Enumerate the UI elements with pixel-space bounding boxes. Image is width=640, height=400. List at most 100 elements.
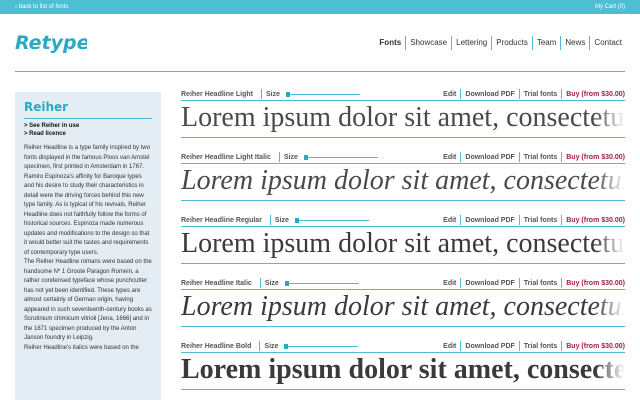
nav-fonts[interactable]: Fonts (375, 36, 405, 50)
font-row-header: Reiher Headline Light Size Edit Download… (181, 88, 625, 101)
edit-button[interactable]: Edit (443, 154, 456, 161)
size-label: Size (264, 342, 279, 350)
font-name: Reiher Headline Light (181, 90, 253, 98)
specimen-fade (595, 101, 625, 135)
buy-button[interactable]: Buy (from $30.00) (566, 154, 625, 161)
nav-products[interactable]: Products (491, 36, 532, 50)
specimen-text-content: Lorem ipsum dolor sit amet, consectetur … (181, 165, 625, 196)
download-pdf-button[interactable]: Download PDF (465, 280, 514, 287)
divider (518, 89, 520, 99)
specimen-text[interactable]: Lorem ipsum dolor sit amet, consectetur … (181, 227, 625, 261)
font-description: Reiher Headline is a type family inspire… (24, 144, 152, 353)
specimen-fade (595, 164, 625, 198)
size-label: Size (283, 153, 298, 161)
retype-logo[interactable]: Retype (15, 30, 87, 54)
specimen-text[interactable]: Lorem ipsum dolor sit amet, consectetur … (181, 290, 625, 324)
size-slider-track (284, 282, 359, 284)
font-name: Reiher Headline Regular (181, 216, 262, 224)
nav-news[interactable]: News (560, 36, 589, 50)
download-pdf-button[interactable]: Download PDF (465, 91, 514, 98)
font-actions: Edit Download PDF Trial fonts Buy (from … (443, 89, 625, 99)
font-family-title: Reiher (24, 100, 69, 114)
size-slider-track (303, 156, 378, 158)
divider (518, 278, 520, 288)
font-row: Reiher Headline Light Size Edit Download… (181, 88, 625, 151)
row-divider (181, 263, 625, 264)
divider (460, 278, 462, 288)
download-pdf-button[interactable]: Download PDF (465, 343, 514, 350)
download-pdf-button[interactable]: Download PDF (465, 217, 514, 224)
divider (260, 89, 262, 99)
specimen-text-content: Lorem ipsum dolor sit amet, consectetur … (181, 102, 625, 133)
divider (561, 341, 563, 351)
size-slider-handle[interactable] (303, 154, 308, 160)
specimen-text[interactable]: Lorem ipsum dolor sit amet, consectetur … (181, 164, 625, 198)
trial-fonts-button[interactable]: Trial fonts (524, 91, 557, 98)
divider (460, 215, 462, 225)
divider (561, 215, 563, 225)
font-name: Reiher Headline Light Italic (181, 153, 271, 161)
divider (518, 215, 520, 225)
font-row-header: Reiher Headline Bold Size Edit Download … (181, 340, 625, 353)
divider (259, 341, 261, 351)
buy-button[interactable]: Buy (from $30.00) (566, 280, 625, 287)
specimen-text-content: Lorem ipsum dolor sit amet, consectetur … (181, 291, 625, 322)
row-divider (181, 200, 625, 201)
see-in-use-link[interactable]: > See Reiher in use (24, 122, 152, 130)
font-row: Reiher Headline Bold Size Edit Download … (181, 340, 625, 400)
size-slider-handle[interactable] (294, 217, 299, 223)
size-slider[interactable] (284, 342, 359, 351)
buy-button[interactable]: Buy (from $30.00) (566, 217, 625, 224)
size-label: Size (265, 90, 280, 98)
font-row: Reiher Headline Light Italic Size Edit D… (181, 151, 625, 214)
font-row-header: Reiher Headline Light Italic Size Edit D… (181, 151, 625, 164)
specimen-text[interactable]: Lorem ipsum dolor sit amet, consectetur … (181, 101, 625, 135)
size-slider[interactable] (303, 153, 378, 162)
size-slider[interactable] (285, 90, 360, 99)
specimen-fade (595, 227, 625, 261)
font-row: Reiher Headline Italic Size Edit Downloa… (181, 277, 625, 340)
trial-fonts-button[interactable]: Trial fonts (524, 154, 557, 161)
size-slider[interactable] (284, 279, 359, 288)
size-slider-track (284, 345, 359, 347)
description-paragraph: Reiher Headline is a type family inspire… (24, 145, 151, 170)
edit-button[interactable]: Edit (443, 91, 456, 98)
buy-button[interactable]: Buy (from $30.00) (566, 91, 625, 98)
divider (259, 278, 261, 288)
font-info-sidebar: Reiher > See Reiher in use > Read licenc… (15, 92, 161, 400)
read-licence-link[interactable]: > Read licence (24, 130, 152, 138)
size-slider-handle[interactable] (285, 91, 290, 97)
size-slider[interactable] (294, 216, 369, 225)
size-slider-handle[interactable] (284, 280, 289, 286)
size-slider-handle[interactable] (284, 343, 289, 349)
trial-fonts-button[interactable]: Trial fonts (524, 280, 557, 287)
font-name: Reiher Headline Bold (181, 342, 252, 350)
divider (460, 341, 462, 351)
specimen-fade (595, 290, 625, 324)
edit-button[interactable]: Edit (443, 217, 456, 224)
divider (518, 341, 520, 351)
size-label: Size (274, 216, 289, 224)
download-pdf-button[interactable]: Download PDF (465, 154, 514, 161)
divider (460, 152, 462, 162)
trial-fonts-button[interactable]: Trial fonts (524, 217, 557, 224)
size-label: Size (264, 279, 279, 287)
nav-showcase[interactable]: Showcase (405, 36, 451, 50)
font-row-header: Reiher Headline Italic Size Edit Downloa… (181, 277, 625, 290)
trial-fonts-button[interactable]: Trial fonts (524, 343, 557, 350)
nav-contact[interactable]: Contact (589, 36, 626, 50)
nav-lettering[interactable]: Lettering (451, 36, 491, 50)
font-actions: Edit Download PDF Trial fonts Buy (from … (443, 278, 625, 288)
divider (460, 89, 462, 99)
size-slider-track (294, 219, 369, 221)
main-nav: Fonts Showcase Lettering Products Team N… (375, 36, 626, 50)
font-name: Reiher Headline Italic (181, 279, 252, 287)
back-to-fonts-link[interactable]: ‹ back to list of fonts (15, 2, 68, 12)
specimen-text[interactable]: Lorem ipsum dolor sit amet, consectetur … (181, 353, 625, 387)
edit-button[interactable]: Edit (443, 343, 456, 350)
buy-button[interactable]: Buy (from $30.00) (566, 343, 625, 350)
edit-button[interactable]: Edit (443, 280, 456, 287)
cart-link[interactable]: My Cart (0) (595, 2, 625, 12)
specimen-fade (595, 353, 625, 387)
nav-team[interactable]: Team (531, 36, 561, 50)
